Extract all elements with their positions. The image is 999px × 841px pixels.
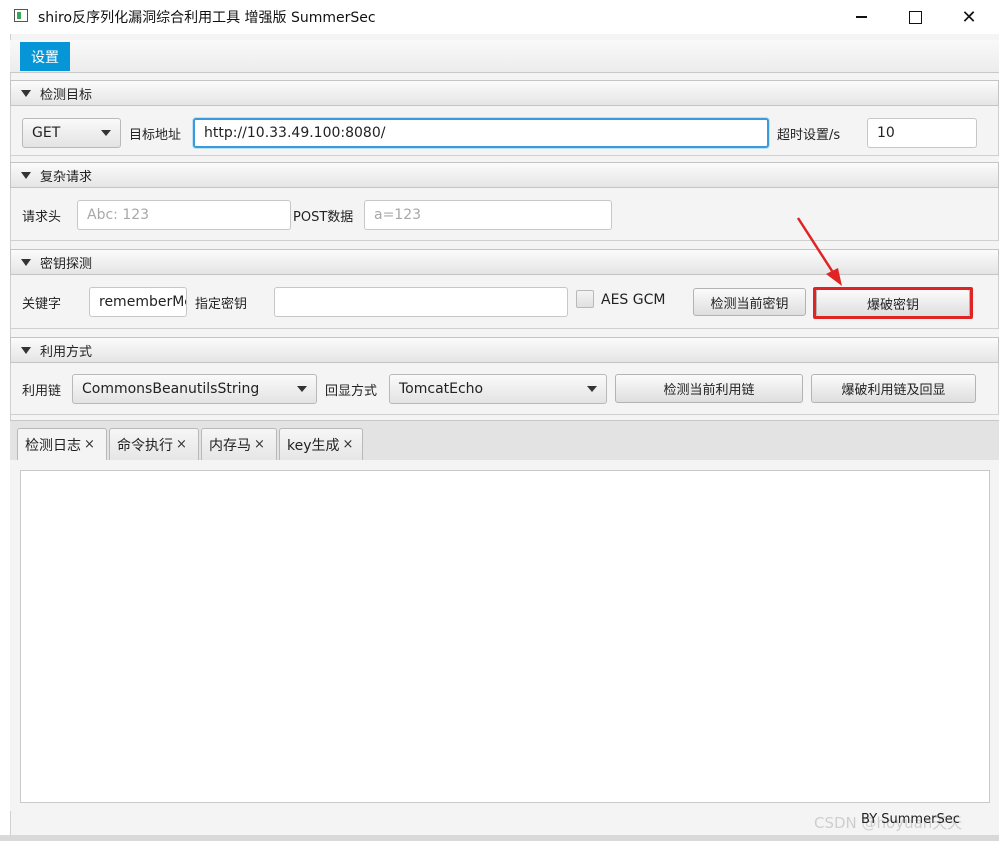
section-header-complex-request[interactable]: 复杂请求 <box>10 162 999 188</box>
section-header-key-probe[interactable]: 密钥探测 <box>10 249 999 275</box>
target-url-value: http://10.33.49.100:8080/ <box>204 125 386 141</box>
headers-input[interactable]: Abc: 123 <box>77 200 291 230</box>
echo-value: TomcatEcho <box>399 381 484 397</box>
collapse-triangle-icon <box>21 171 31 179</box>
chain-label: 利用链 <box>22 384 62 399</box>
maximize-button[interactable] <box>892 0 938 34</box>
collapse-triangle-icon <box>21 346 31 354</box>
timeout-label: 超时设置/s <box>777 128 841 143</box>
post-label: POST数据 <box>293 210 354 225</box>
detect-chain-button[interactable]: 检测当前利用链 <box>615 374 803 403</box>
tab-key-gen[interactable]: key生成 × <box>279 428 363 460</box>
post-placeholder: a=123 <box>374 207 422 223</box>
minimize-icon <box>855 16 867 18</box>
tab-detect-log[interactable]: 检测日志 × <box>17 428 107 460</box>
target-url-input[interactable]: http://10.33.49.100:8080/ <box>193 118 769 148</box>
tab-close-icon[interactable]: × <box>176 437 187 452</box>
specify-key-label: 指定密钥 <box>195 297 248 312</box>
keyword-value: rememberMe <box>99 294 187 310</box>
chevron-down-icon <box>101 130 111 136</box>
maximize-icon <box>908 10 922 24</box>
section-title: 检测目标 <box>40 87 93 103</box>
tab-close-icon[interactable]: × <box>343 437 354 452</box>
timeout-input[interactable]: 10 <box>867 118 977 148</box>
brute-chain-button[interactable]: 爆破利用链及回显 <box>811 374 976 403</box>
annotation-arrow-icon <box>796 217 842 286</box>
aes-gcm-label: AES GCM <box>601 292 666 308</box>
echo-select[interactable]: TomcatEcho <box>389 374 607 404</box>
method-select[interactable]: GET <box>22 118 121 148</box>
section-header-exploit[interactable]: 利用方式 <box>10 337 999 363</box>
chevron-down-icon <box>297 386 307 392</box>
target-label: 目标地址 <box>129 128 182 143</box>
tab-command-exec[interactable]: 命令执行 × <box>109 428 199 460</box>
post-data-input[interactable]: a=123 <box>364 200 612 230</box>
section-title: 利用方式 <box>40 344 93 360</box>
minimize-button[interactable] <box>838 0 884 34</box>
tab-memshell[interactable]: 内存马 × <box>201 428 277 460</box>
section-title: 复杂请求 <box>40 169 93 185</box>
tab-close-icon[interactable]: × <box>84 437 95 452</box>
window-title: shiro反序列化漏洞综合利用工具 增强版 SummerSec <box>38 10 376 26</box>
chain-select[interactable]: CommonsBeanutilsString <box>72 374 317 404</box>
menu-settings[interactable]: 设置 <box>20 42 70 71</box>
chevron-down-icon <box>587 386 597 392</box>
chain-value: CommonsBeanutilsString <box>82 381 260 397</box>
close-button[interactable]: ✕ <box>946 0 992 34</box>
keyword-label: 关键字 <box>22 297 62 312</box>
aes-gcm-checkbox[interactable] <box>576 290 594 308</box>
tab-close-icon[interactable]: × <box>254 437 265 452</box>
close-icon: ✕ <box>961 6 977 28</box>
timeout-value: 10 <box>877 125 895 141</box>
headers-label: 请求头 <box>22 210 62 225</box>
echo-label: 回显方式 <box>325 384 378 399</box>
tab-label: 检测日志 <box>25 437 81 454</box>
headers-placeholder: Abc: 123 <box>87 207 150 223</box>
tab-label: 内存马 <box>209 437 251 454</box>
collapse-triangle-icon <box>21 89 31 97</box>
section-header-detect-target[interactable]: 检测目标 <box>10 80 999 106</box>
app-icon <box>14 9 28 22</box>
tab-label: key生成 <box>287 437 340 454</box>
method-value: GET <box>32 125 61 141</box>
footer-credit: BY SummerSec <box>861 812 960 827</box>
keyword-input[interactable]: rememberMe <box>89 287 187 317</box>
window-bottom-edge <box>0 835 999 841</box>
tab-label: 命令执行 <box>117 437 173 454</box>
specify-key-input[interactable] <box>274 287 568 317</box>
menu-bar <box>10 40 999 73</box>
log-textarea[interactable] <box>20 470 990 803</box>
section-title: 密钥探测 <box>40 256 93 272</box>
collapse-triangle-icon <box>21 258 31 266</box>
